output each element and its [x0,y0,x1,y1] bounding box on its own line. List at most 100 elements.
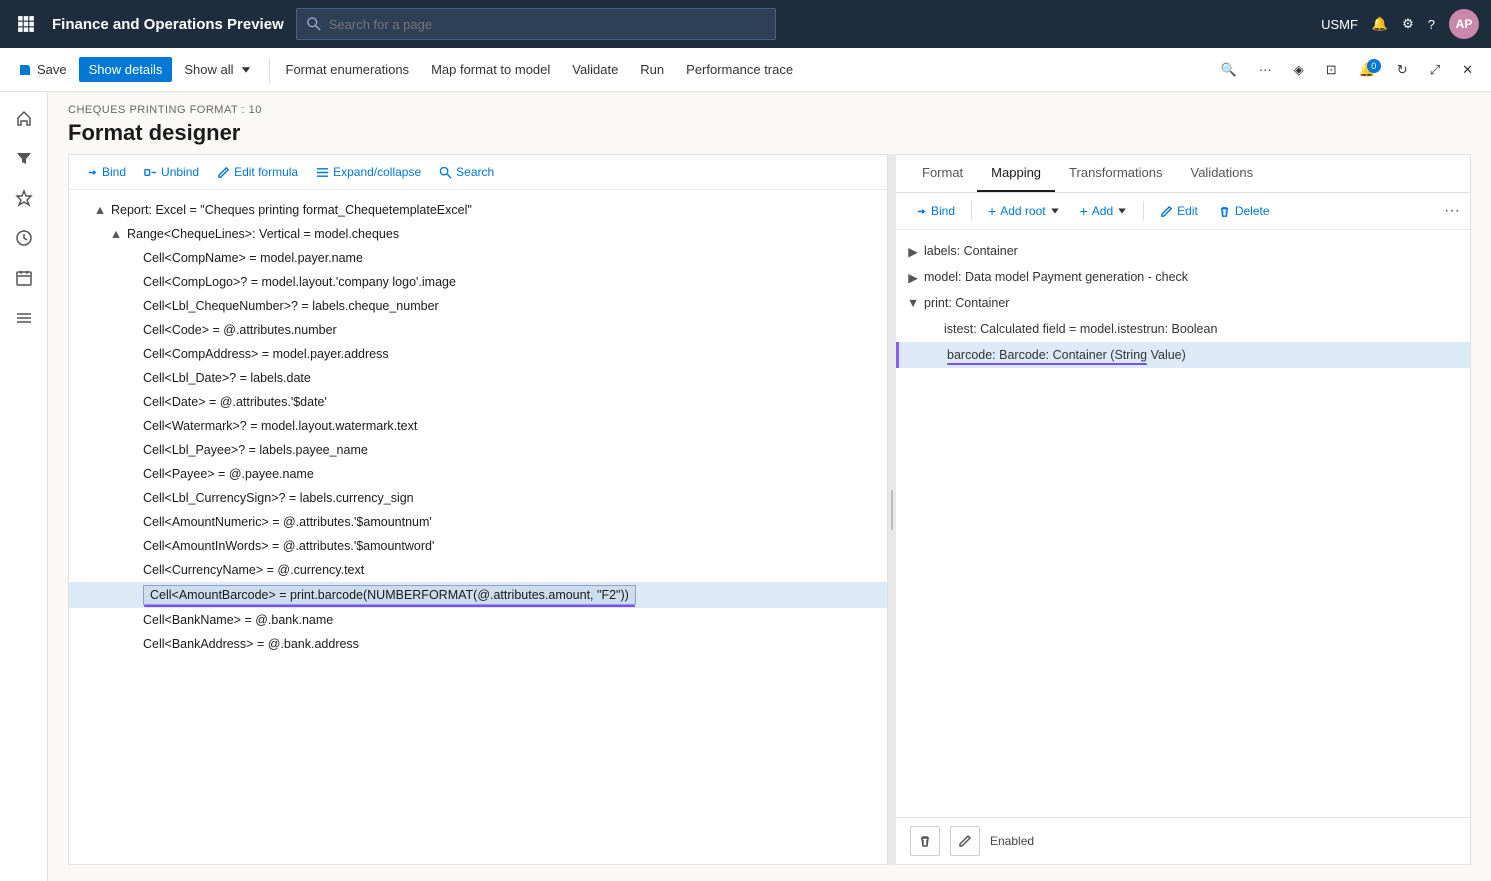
right-bind-button[interactable]: Bind [906,200,963,222]
tree-item[interactable]: ▲ Range<ChequeLines>: Vertical = model.c… [69,222,887,246]
toolbar-refresh-button[interactable]: ↻ [1387,57,1418,83]
tree-arrow-icon [125,563,139,577]
sidebar-list-icon[interactable] [6,300,42,336]
tree-item[interactable]: Cell<CompAddress> = model.payer.address [69,342,887,366]
tree-item-label: Cell<Code> = @.attributes.number [143,323,337,337]
rt-item-labels[interactable]: ▶ labels: Container [896,238,1470,264]
search-button[interactable]: Search [431,161,502,183]
global-search-input[interactable] [329,17,765,32]
tree-item[interactable]: Cell<Payee> = @.payee.name [69,462,887,486]
show-details-button[interactable]: Show details [79,57,173,82]
format-tree: ▲ Report: Excel = "Cheques printing form… [69,190,887,864]
toolbar-badge-button[interactable]: 🔔 0 [1349,57,1385,83]
app-grid-icon[interactable] [12,10,40,38]
validate-button[interactable]: Validate [562,57,628,82]
tree-item[interactable]: Cell<CompLogo>? = model.layout.'company … [69,270,887,294]
format-tree-panel: Bind Unbind Edit formula Expand/collapse [68,154,888,865]
toolbar-expand-button[interactable]: ⤢ [1420,57,1450,83]
more-options-icon[interactable]: ··· [1444,203,1460,219]
add-button[interactable]: + Add [1072,199,1136,223]
edit-icon-button[interactable] [950,826,980,856]
tree-item[interactable]: Cell<AmountInWords> = @.attributes.'$amo… [69,534,887,558]
tree-item[interactable]: Cell<Date> = @.attributes.'$date' [69,390,887,414]
map-format-button[interactable]: Map format to model [421,57,560,82]
app-title: Finance and Operations Preview [52,16,284,33]
save-button[interactable]: Save [8,57,77,82]
tree-item[interactable]: Cell<Lbl_Date>? = labels.date [69,366,887,390]
rt-item-istest[interactable]: istest: Calculated field = model.istestr… [896,316,1470,342]
toolbar-diamond-button[interactable]: ◈ [1284,57,1314,83]
add-root-button[interactable]: + Add root [980,199,1068,223]
avatar[interactable]: AP [1449,9,1479,39]
panel-divider[interactable] [888,154,896,865]
mapping-tree: ▶ labels: Container ▶ model: Data model … [896,230,1470,817]
settings-icon[interactable]: ⚙ [1402,16,1414,32]
tree-item[interactable]: Cell<BankAddress> = @.bank.address [69,632,887,656]
edit-formula-button[interactable]: Edit formula [209,161,306,183]
global-search-box[interactable] [296,8,776,40]
tree-item-label: Cell<AmountNumeric> = @.attributes.'$amo… [143,515,432,529]
tree-item-label: Cell<Watermark>? = model.layout.watermar… [143,419,417,433]
notification-icon[interactable]: 🔔 [1372,16,1388,32]
tree-arrow-icon [125,323,139,337]
rt-arrow-icon [929,348,943,362]
tree-arrow-icon: ▲ [109,227,123,241]
bind-button[interactable]: Bind [77,161,134,183]
rt-arrow-icon: ▶ [906,270,920,284]
tree-arrow-icon [125,588,139,602]
tab-format[interactable]: Format [908,155,977,192]
rt-item-print[interactable]: ▼ print: Container [896,290,1470,316]
run-button[interactable]: Run [630,57,674,82]
tree-item[interactable]: Cell<Code> = @.attributes.number [69,318,887,342]
main-area: CHEQUES PRINTING FORMAT : 10 Format desi… [0,92,1491,881]
toolbar-layout-button[interactable]: ⊡ [1316,57,1347,83]
expand-collapse-button[interactable]: Expand/collapse [308,161,429,183]
toolbar-search-button[interactable]: 🔍 [1211,57,1247,83]
tree-item[interactable]: Cell<CompName> = model.payer.name [69,246,887,270]
tree-item[interactable]: Cell<CurrencyName> = @.currency.text [69,558,887,582]
tree-item-label: Cell<CompAddress> = model.payer.address [143,347,389,361]
tree-arrow-icon [125,613,139,627]
mapping-bottom-bar: Enabled [896,817,1470,864]
toolbar-sep [971,201,972,221]
toolbar-close-button[interactable]: ✕ [1452,57,1483,83]
format-enumerations-button[interactable]: Format enumerations [276,57,420,82]
show-all-button[interactable]: Show all [174,57,262,82]
tree-arrow-icon [125,419,139,433]
delete-icon-button[interactable] [910,826,940,856]
sidebar-clock-icon[interactable] [6,220,42,256]
tab-transformations[interactable]: Transformations [1055,155,1176,192]
tree-item[interactable]: Cell<BankName> = @.bank.name [69,608,887,632]
tree-item-selected[interactable]: Cell<AmountBarcode> = print.barcode(NUMB… [69,582,887,608]
rt-item-barcode[interactable]: barcode: Barcode: Container (String Valu… [896,342,1470,368]
tree-item-label: Cell<Lbl_CurrencySign>? = labels.currenc… [143,491,414,505]
tab-validations[interactable]: Validations [1176,155,1267,192]
right-delete-button[interactable]: Delete [1210,200,1278,222]
tree-item-label: Cell<Lbl_Date>? = labels.date [143,371,311,385]
tree-item-label: Cell<AmountBarcode> = print.barcode(NUMB… [143,585,636,605]
help-icon[interactable]: ? [1428,17,1435,32]
tree-item-label: Cell<BankName> = @.bank.name [143,613,333,627]
sidebar-star-icon[interactable] [6,180,42,216]
right-edit-button[interactable]: Edit [1152,200,1206,222]
tree-item[interactable]: Cell<AmountNumeric> = @.attributes.'$amo… [69,510,887,534]
rt-item-model[interactable]: ▶ model: Data model Payment generation -… [896,264,1470,290]
toolbar-more-button[interactable]: ··· [1249,57,1282,82]
tree-item[interactable]: ▲ Report: Excel = "Cheques printing form… [69,198,887,222]
breadcrumb: CHEQUES PRINTING FORMAT : 10 [68,104,1471,116]
top-nav-right: USMF 🔔 ⚙ ? AP [1321,9,1479,39]
tree-item[interactable]: Cell<Lbl_Payee>? = labels.payee_name [69,438,887,462]
mapping-panel: Format Mapping Transformations Validatio… [896,154,1471,865]
tree-item[interactable]: Cell<Lbl_CurrencySign>? = labels.currenc… [69,486,887,510]
sidebar-calendar-icon[interactable] [6,260,42,296]
tree-item[interactable]: Cell<Lbl_ChequeNumber>? = labels.cheque_… [69,294,887,318]
tree-item-label: Range<ChequeLines>: Vertical = model.che… [127,227,399,241]
performance-trace-button[interactable]: Performance trace [676,57,803,82]
tree-arrow-icon [125,371,139,385]
unbind-button[interactable]: Unbind [136,161,207,183]
sidebar-home-icon[interactable] [6,100,42,136]
tree-item[interactable]: Cell<Watermark>? = model.layout.watermar… [69,414,887,438]
tab-mapping[interactable]: Mapping [977,155,1055,192]
tree-arrow-icon [125,251,139,265]
sidebar-filter-icon[interactable] [6,140,42,176]
